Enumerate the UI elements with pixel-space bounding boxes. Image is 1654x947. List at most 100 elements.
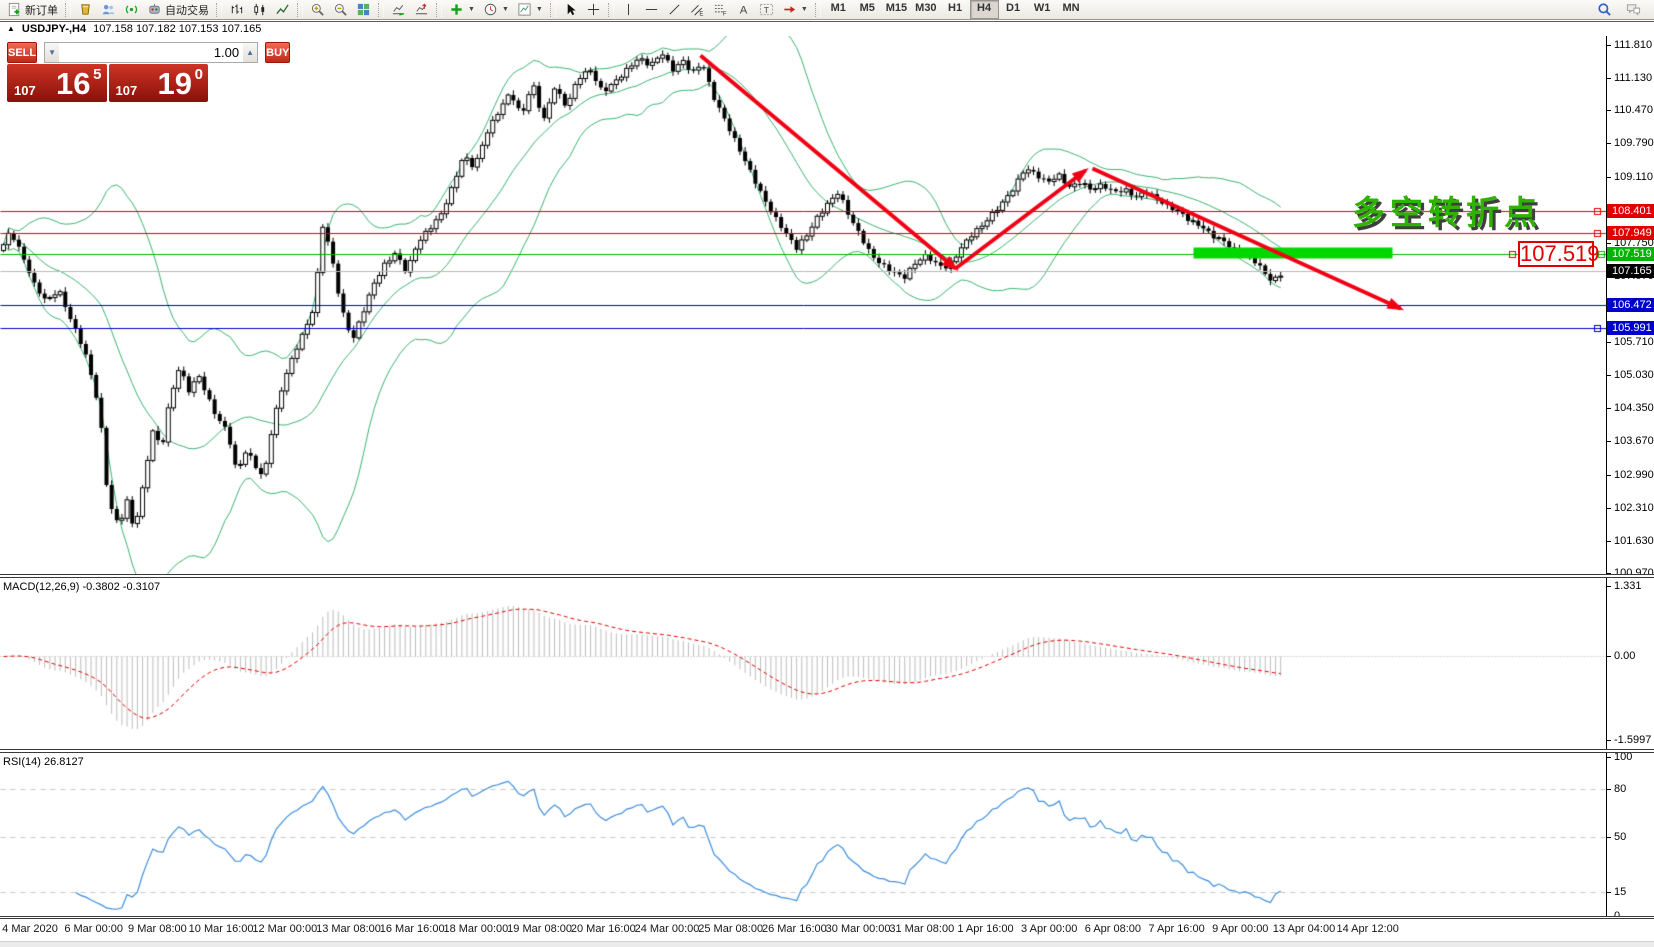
arrows-icon (782, 2, 797, 17)
toolbar-separator (436, 3, 442, 17)
svg-text:E: E (699, 11, 703, 17)
toolbar-separator (815, 3, 821, 17)
timeframe-m30[interactable]: M30 (911, 0, 940, 19)
rsi-tick-label: 50 (1614, 831, 1626, 844)
timeframe-m5[interactable]: M5 (853, 0, 882, 19)
new-order-button[interactable]: 新订单 (3, 0, 62, 20)
price-tick-label: 102.310 (1614, 502, 1654, 515)
price-tick-label: 104.350 (1614, 402, 1654, 415)
auto-scroll-button[interactable] (387, 0, 410, 20)
timeframe-m1[interactable]: M1 (824, 0, 853, 19)
volume-up-button[interactable]: ▲ (243, 43, 257, 62)
candlestick-chart-button[interactable] (248, 0, 271, 20)
axis-tick-dash (1607, 757, 1611, 758)
axis-tick-dash (1607, 656, 1611, 657)
equidistant-channel-button[interactable]: E (686, 0, 709, 20)
macd-indicator-label: MACD(12,26,9) -0.3802 -0.3107 (3, 581, 160, 593)
signals-button[interactable] (120, 0, 143, 20)
time-axis[interactable]: 4 Mar 20206 Mar 00:009 Mar 08:0010 Mar 1… (0, 919, 1606, 939)
search-button[interactable] (1593, 0, 1616, 20)
macd-canvas[interactable] (0, 579, 1606, 749)
volume-input[interactable] (59, 43, 243, 62)
zoom-out-button[interactable] (329, 0, 352, 20)
sell-price-sup: 5 (93, 66, 101, 83)
timeframe-h1[interactable]: H1 (941, 0, 970, 19)
market-button[interactable] (74, 0, 97, 20)
fibonacci-button[interactable]: F (709, 0, 732, 20)
equidistant-channel-icon: E (690, 2, 705, 17)
timeframe-m15[interactable]: M15 (882, 0, 911, 19)
chart-shift-button[interactable] (410, 0, 433, 20)
price-tick-label: 110.470 (1614, 104, 1653, 117)
templates-button[interactable]: ▼ (513, 0, 547, 20)
new-order-icon (7, 2, 22, 17)
volume-down-button[interactable]: ▼ (45, 43, 59, 62)
horizontal-scrollbar[interactable] (0, 941, 1654, 947)
price-tick-label: 111.130 (1614, 72, 1652, 85)
price-axis[interactable]: 111.810111.130110.470109.790109.110108.4… (1606, 36, 1654, 917)
price-level-label: 106.472 (1607, 298, 1654, 312)
text-icon: A (736, 2, 751, 17)
indicators-button[interactable]: ▼ (445, 0, 479, 20)
text-button[interactable]: A (732, 0, 755, 20)
price-callout-box[interactable]: 107.519 (1518, 241, 1594, 267)
axis-tick-dash (1607, 541, 1611, 542)
price-tick-label: 111.810 (1614, 39, 1652, 52)
panel-divider[interactable] (0, 749, 1654, 753)
dropdown-caret-icon: ▼ (468, 6, 475, 13)
community-button[interactable] (97, 0, 120, 20)
price-tick-label: 105.030 (1614, 369, 1654, 382)
fibonacci-icon: F (713, 2, 728, 17)
axis-tick-dash (1607, 508, 1611, 509)
timeframe-h4[interactable]: H4 (970, 0, 999, 19)
chart-title-bar[interactable]: ▲ USDJPY-,H4 107.158 107.182 107.153 107… (0, 21, 1654, 36)
buy-button[interactable]: BUY (265, 42, 290, 63)
autotrading-icon (147, 2, 162, 17)
macd-tick-label: 1.331 (1614, 580, 1642, 593)
dropdown-caret-icon: ▼ (536, 6, 543, 13)
horizontal-line-button[interactable] (640, 0, 663, 20)
tile-windows-button[interactable] (352, 0, 375, 20)
bar-chart-button[interactable] (225, 0, 248, 20)
buy-price-display[interactable]: 107 19 0 (109, 64, 209, 102)
axis-tick-dash (1607, 441, 1611, 442)
main-chart-canvas[interactable] (0, 36, 1606, 574)
panel-divider[interactable] (0, 916, 1654, 919)
axis-tick-dash (1607, 408, 1611, 409)
text-label-button[interactable]: T (755, 0, 778, 20)
zoom-in-button[interactable] (306, 0, 329, 20)
sell-button[interactable]: SELL (7, 42, 37, 63)
one-click-trade-panel: SELL ▼ ▲ BUY 107 16 5 107 19 0 (7, 42, 208, 102)
timeframe-mn[interactable]: MN (1057, 0, 1086, 19)
crosshair-button[interactable] (582, 0, 605, 20)
clock-icon (483, 2, 498, 17)
axis-tick-dash (1607, 143, 1611, 144)
periods-button[interactable]: ▼ (479, 0, 513, 20)
price-tick-label: 105.710 (1614, 336, 1654, 349)
panel-divider[interactable] (0, 574, 1654, 578)
vertical-line-button[interactable] (617, 0, 640, 20)
axis-tick-dash (1607, 177, 1611, 178)
axis-tick-dash (1607, 243, 1611, 244)
turning-point-annotation[interactable]: 多空转折点 (1352, 186, 1542, 234)
svg-text:A: A (740, 5, 748, 17)
sell-price-display[interactable]: 107 16 5 (7, 64, 107, 102)
collapse-icon[interactable]: ▲ (7, 25, 15, 33)
chat-button[interactable] (1622, 0, 1645, 20)
dropdown-caret-icon: ▼ (801, 6, 808, 13)
line-chart-button[interactable] (271, 0, 294, 20)
cursor-button[interactable] (559, 0, 582, 20)
trendline-button[interactable] (663, 0, 686, 20)
search-icon (1597, 2, 1612, 17)
price-level-label: 105.991 (1607, 321, 1654, 335)
auto-scroll-icon (391, 2, 406, 17)
shapes-button[interactable]: ▼ (778, 0, 812, 20)
sell-price-int: 107 (14, 83, 36, 98)
line-chart-icon (275, 2, 290, 17)
timeframe-d1[interactable]: D1 (999, 0, 1028, 19)
rsi-canvas[interactable] (0, 754, 1606, 917)
axis-tick-dash (1607, 375, 1611, 376)
autotrading-button[interactable]: 自动交易 (143, 0, 213, 20)
horizontal-line-icon (644, 2, 659, 17)
timeframe-w1[interactable]: W1 (1028, 0, 1057, 19)
